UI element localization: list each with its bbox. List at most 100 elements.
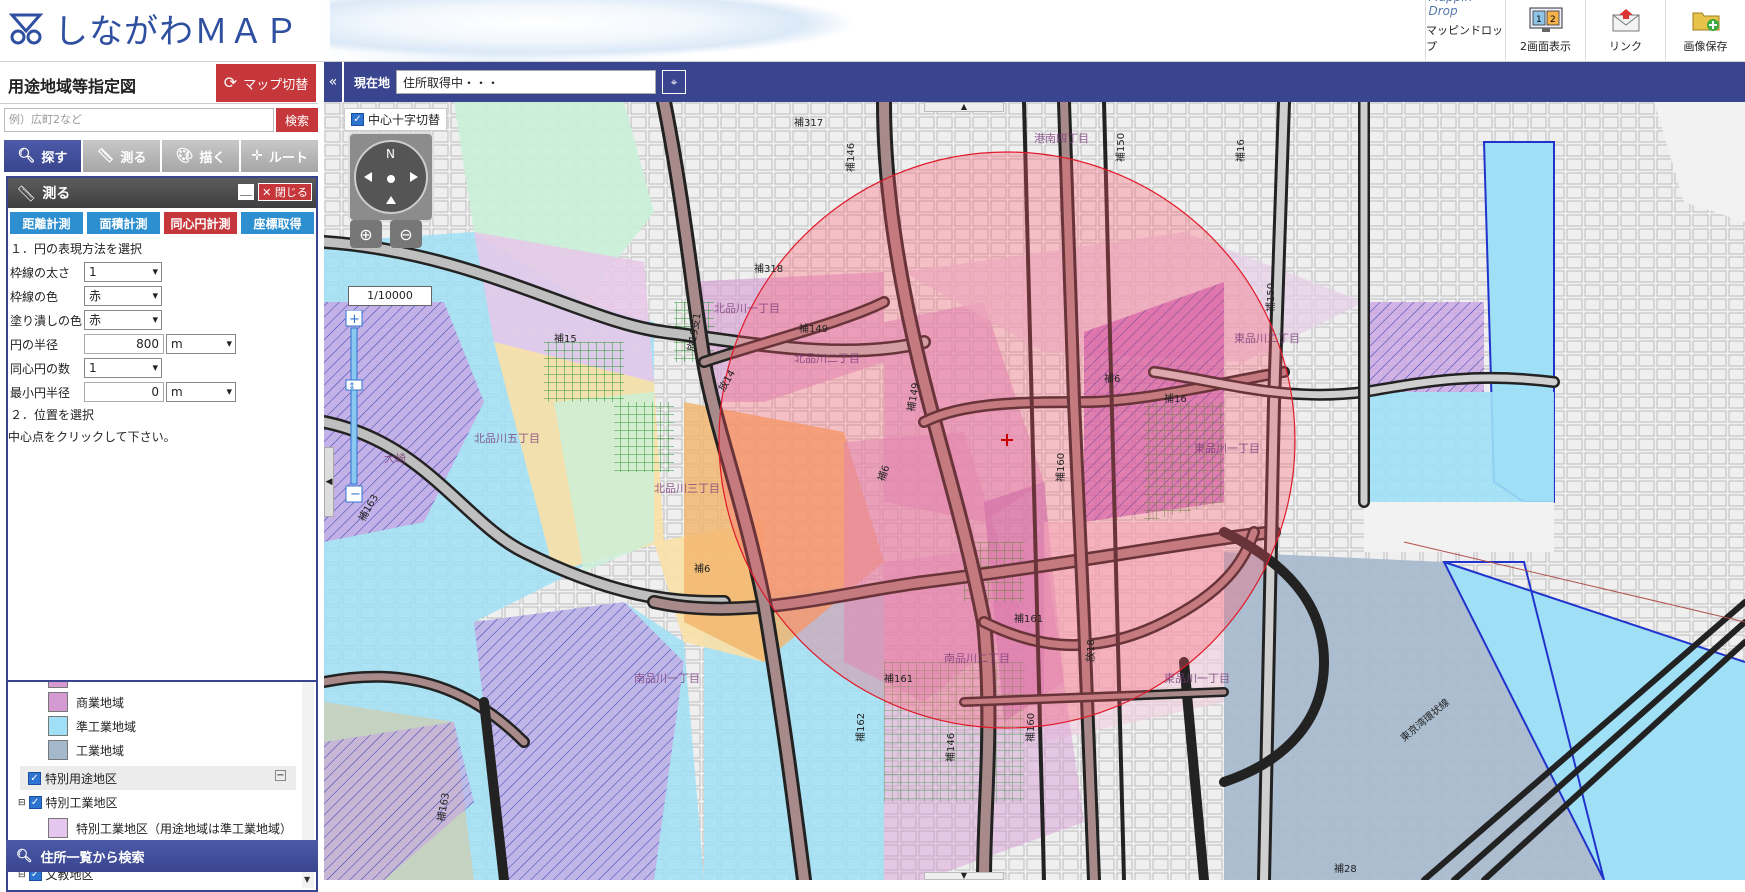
ruler-icon: 📏︎ bbox=[96, 148, 115, 164]
zoom-slider[interactable]: + ⇕ − bbox=[345, 309, 365, 520]
mappin-drop-label: マッピンドロップ bbox=[1426, 24, 1503, 53]
count-row: 同心円の数 1 bbox=[8, 356, 316, 380]
tab-distance[interactable]: 距離計測 bbox=[10, 212, 83, 234]
legend-group-label: 特別用途地区 bbox=[45, 771, 118, 786]
location-label: 現在地 bbox=[354, 76, 391, 90]
min-radius-unit-select[interactable]: m bbox=[166, 382, 236, 402]
svg-text:補160: 補160 bbox=[1024, 713, 1037, 742]
search-input[interactable]: 例）広町2など bbox=[4, 108, 274, 132]
step1-heading: １．円の表現方法を選択 bbox=[10, 242, 143, 256]
dual-screen-button[interactable]: 1 2 2画面表示 bbox=[1505, 0, 1585, 60]
svg-text:東品川一丁目: 東品川一丁目 bbox=[1194, 442, 1260, 455]
legend-swatch bbox=[48, 682, 68, 688]
header-cloud-decoration bbox=[330, 0, 850, 58]
measure-tabs: 距離計測 面積計測 同心円計測 座標取得 bbox=[8, 208, 316, 238]
tab-route-label: ルート bbox=[268, 150, 308, 166]
pan-center-icon[interactable] bbox=[387, 175, 395, 183]
legend-label: 工業地域 bbox=[76, 743, 125, 758]
svg-text:補318: 補318 bbox=[754, 262, 783, 275]
stroke-color-row: 枠線の色 赤 bbox=[8, 284, 316, 308]
radius-row: 円の半径 800 m bbox=[8, 332, 316, 356]
checkbox-icon[interactable]: ✓ bbox=[28, 771, 41, 785]
map-canvas[interactable]: 補317 補146 補150 補16 放19支1 補318 補149 補15 補… bbox=[324, 102, 1745, 880]
stroke-color-label: 枠線の色 bbox=[10, 289, 59, 304]
svg-text:北品川五丁目: 北品川五丁目 bbox=[474, 432, 540, 445]
svg-text:東品川二丁目: 東品川二丁目 bbox=[1234, 332, 1300, 345]
refresh-icon: ⟳ bbox=[223, 75, 238, 92]
svg-text:補149: 補149 bbox=[799, 322, 828, 335]
fill-color-row: 塗り潰しの色 赤 bbox=[8, 308, 316, 332]
search-row: 例）広町2など 検索 bbox=[4, 108, 318, 132]
tab-coordinate[interactable]: 座標取得 bbox=[241, 212, 314, 234]
mappin-drop-icon: Mappin' Drop bbox=[1429, 0, 1503, 18]
pan-navigation-control[interactable]: N bbox=[348, 132, 434, 222]
radius-input[interactable]: 800 bbox=[84, 334, 164, 354]
mappin-drop-button[interactable]: Mappin' Drop マッピンドロップ bbox=[1425, 0, 1505, 60]
center-crosshair-toggle[interactable]: ✓ 中心十字切替 bbox=[344, 108, 448, 131]
map-top-handle[interactable]: ▲ bbox=[924, 102, 1004, 112]
svg-text:補16: 補16 bbox=[1234, 139, 1247, 162]
svg-text:補146: 補146 bbox=[844, 143, 857, 172]
route-icon: ✛ bbox=[251, 148, 263, 164]
tab-measure[interactable]: 📏︎ 測る bbox=[83, 140, 160, 172]
svg-text:大崎: 大崎 bbox=[384, 451, 406, 465]
link-button[interactable]: リンク bbox=[1585, 0, 1665, 60]
mappin-drop-logo-text: Mappin' Drop bbox=[1428, 0, 1476, 18]
legend-label: 特別工業地区（用途地域は準工業地域） bbox=[76, 822, 293, 836]
title-row: 用途地域等指定図 ⟳ マップ切替 bbox=[0, 62, 318, 104]
map-left-handle[interactable]: ◀ bbox=[324, 447, 334, 517]
step2-heading: ２．位置を選択 bbox=[10, 408, 95, 422]
location-value: 住所取得中・・・ bbox=[396, 70, 656, 94]
svg-text:東品川一丁目: 東品川一丁目 bbox=[1164, 672, 1230, 685]
tab-concentric[interactable]: 同心円計測 bbox=[164, 212, 237, 234]
tree-toggle-icon[interactable]: ⊟ bbox=[18, 798, 26, 808]
legend-sub-special-industrial[interactable]: ⊟ ✓ 特別工業地区 bbox=[18, 794, 118, 811]
svg-text:放18: 放18 bbox=[1084, 639, 1097, 662]
min-radius-input[interactable]: 0 bbox=[84, 382, 164, 402]
min-radius-label: 最小円半径 bbox=[10, 385, 71, 400]
stroke-width-select[interactable]: 1 bbox=[84, 262, 162, 282]
logo-text: しながわＭＡＰ bbox=[54, 11, 299, 52]
svg-text:北品川三丁目: 北品川三丁目 bbox=[654, 482, 720, 495]
radius-label: 円の半径 bbox=[10, 337, 59, 352]
count-select[interactable]: 1 bbox=[84, 358, 162, 378]
minimize-button[interactable]: ＿ bbox=[238, 184, 254, 200]
stroke-width-label: 枠線の太さ bbox=[10, 265, 71, 280]
search-button[interactable]: 検索 bbox=[276, 108, 318, 132]
svg-text:補15: 補15 bbox=[554, 332, 577, 345]
legend-sub-label: 特別工業地区 bbox=[45, 796, 118, 810]
tab-area[interactable]: 面積計測 bbox=[87, 212, 160, 234]
legend-group-special-use[interactable]: ✓ 特別用途地区 − bbox=[20, 766, 296, 790]
svg-text:南品川二丁目: 南品川二丁目 bbox=[944, 652, 1010, 665]
stroke-color-select[interactable]: 赤 bbox=[84, 286, 162, 306]
map-bottom-handle[interactable]: ▼ bbox=[924, 872, 1004, 880]
save-image-button[interactable]: 画像保存 bbox=[1665, 0, 1745, 60]
legend-item-semi-industrial: 準工業地域 bbox=[48, 716, 136, 736]
tab-search[interactable]: 🔍︎ 探す bbox=[4, 140, 81, 172]
radius-unit-select[interactable]: m bbox=[166, 334, 236, 354]
left-panel: 用途地域等指定図 ⟳ マップ切替 例）広町2など 検索 🔍︎ 探す 📏︎ 測る … bbox=[0, 62, 318, 892]
close-button[interactable]: ✕ 閉じる bbox=[258, 183, 312, 201]
fill-color-select[interactable]: 赤 bbox=[84, 310, 162, 330]
svg-text:2: 2 bbox=[1550, 15, 1556, 25]
tab-measure-label: 測る bbox=[120, 150, 147, 166]
zoom-out-icon[interactable]: ⊖ bbox=[390, 220, 422, 248]
legend-swatch bbox=[48, 692, 68, 712]
folder-save-icon bbox=[1686, 6, 1726, 34]
map-base-layer[interactable]: 補317 補146 補150 補16 放19支1 補318 補149 補15 補… bbox=[324, 102, 1745, 880]
zoom-in-icon[interactable]: ⊕ bbox=[350, 220, 382, 248]
svg-text:+: + bbox=[349, 312, 360, 327]
checkbox-icon[interactable]: ✓ bbox=[351, 113, 364, 126]
map-switch-button[interactable]: ⟳ マップ切替 bbox=[216, 64, 316, 102]
address-list-button[interactable]: 🔍︎ 住所一覧から検索 bbox=[6, 840, 318, 872]
measure-panel-title: 測る bbox=[42, 186, 71, 202]
tab-route[interactable]: ✛ ルート bbox=[241, 140, 318, 172]
app-logo[interactable]: しながわＭＡＰ bbox=[6, 6, 299, 52]
svg-text:補150: 補150 bbox=[1114, 133, 1127, 162]
collapse-panel-button[interactable]: « bbox=[324, 62, 342, 102]
checkbox-icon[interactable]: ✓ bbox=[28, 796, 42, 809]
svg-text:補28: 補28 bbox=[1334, 862, 1357, 875]
collapse-icon[interactable]: − bbox=[275, 770, 286, 781]
crosshair-icon[interactable]: ⌖ bbox=[662, 70, 686, 94]
tab-draw[interactable]: 🎨︎ 描く bbox=[162, 140, 239, 172]
